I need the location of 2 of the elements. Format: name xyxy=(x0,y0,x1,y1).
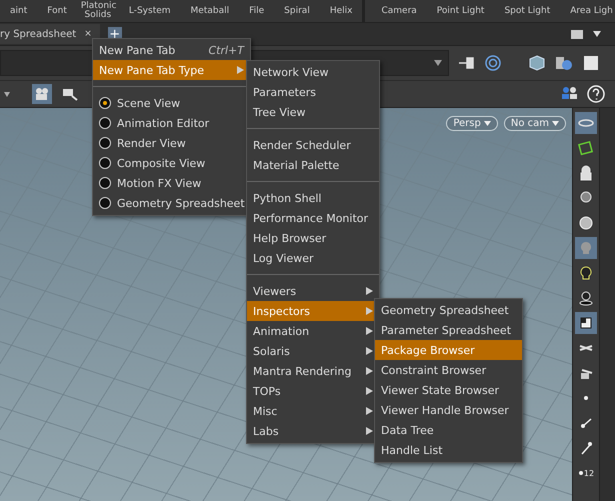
shortcut-label: Ctrl+T xyxy=(208,44,244,56)
point-number-label: 12 xyxy=(584,468,594,478)
